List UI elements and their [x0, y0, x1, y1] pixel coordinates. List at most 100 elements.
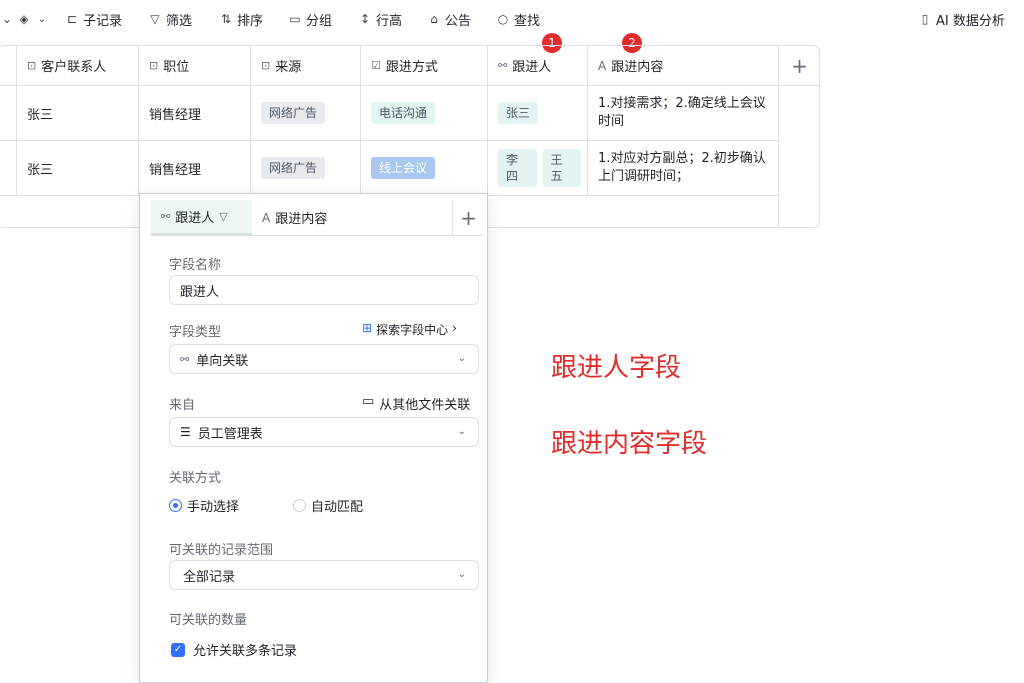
empty-cell: [779, 141, 820, 196]
cell-followers[interactable]: 张三: [488, 86, 588, 141]
column-header-followers[interactable]: ⚯ 跟进人: [488, 46, 588, 86]
field-type-select[interactable]: ⚯ 单向关联 ⌄: [169, 344, 479, 374]
fill-color-button[interactable]: ◈ ⌄: [17, 9, 49, 29]
follower-tag: 李四: [498, 149, 537, 187]
method-tag: 电话沟通: [371, 102, 436, 124]
group-button[interactable]: ▭ 分组: [288, 9, 332, 29]
column-label: 职位: [163, 60, 190, 75]
column-label: 跟进方式: [385, 60, 438, 75]
cell-content[interactable]: 1.对接需求；2.确定线上会议时间: [588, 86, 779, 141]
paint-bucket-icon: ◈: [19, 12, 29, 26]
tab-content[interactable]: A 跟进内容: [254, 200, 454, 235]
column-label: 来源: [275, 60, 302, 75]
column-header-contact[interactable]: ⊡ 客户联系人: [17, 46, 139, 86]
allow-multiple-checkbox[interactable]: ✓ 允许关联多条记录: [171, 640, 297, 659]
method-tag: 线上会议: [371, 157, 436, 179]
follower-tag: 张三: [498, 102, 539, 124]
cell-position[interactable]: 销售经理: [139, 141, 251, 196]
manual-label: 手动选择: [187, 500, 240, 515]
field-name-input[interactable]: 跟进人: [169, 275, 479, 305]
explore-field-center-link[interactable]: ⊞ 探索字段中心 ›: [362, 321, 457, 338]
follower-tag: 王五: [542, 149, 581, 187]
cell-followers[interactable]: 李四 王五: [488, 141, 588, 196]
column-header-content[interactable]: A 跟进内容: [588, 46, 779, 86]
row-height-label: 行高: [376, 13, 403, 29]
child-records-label: 子记录: [83, 13, 123, 29]
ai-chart-icon: ▯: [921, 12, 929, 26]
record-range-select[interactable]: 全部记录 ⌄: [169, 560, 479, 590]
hierarchy-icon: ⊏: [66, 12, 78, 26]
chevron-down-icon: ⌄: [1, 12, 13, 26]
sort-button[interactable]: ⇅ 排序: [219, 9, 263, 29]
manual-select-radio[interactable]: 手动选择: [169, 496, 239, 515]
explore-link-label: 探索字段中心: [376, 323, 449, 337]
row-height-button[interactable]: ↕ 行高: [358, 9, 402, 29]
checkbox-checked-icon: ✓: [171, 642, 185, 657]
text-field-icon: ⊡: [27, 59, 37, 72]
relation-mode-label: 关联方式: [169, 471, 222, 486]
row-number: [0, 86, 17, 141]
add-column-button[interactable]: +: [779, 46, 820, 86]
other-file-label: 从其他文件关联: [379, 398, 471, 413]
tab-add-button[interactable]: +: [452, 200, 484, 235]
row-number: [0, 141, 17, 196]
row-number-header: [0, 46, 17, 86]
link-other-file-button[interactable]: ▭ 从其他文件关联: [362, 394, 470, 413]
filter-button[interactable]: ▽ 筛选: [148, 9, 192, 29]
column-label: 跟进人: [512, 60, 552, 75]
cell-contact[interactable]: 张三: [17, 86, 139, 141]
toolbar-dropdown-caret[interactable]: ⌄: [0, 9, 14, 29]
chevron-right-icon: ›: [452, 321, 457, 335]
annotation-followers-field: 跟进人字段: [551, 353, 682, 383]
child-records-button[interactable]: ⊏ 子记录: [65, 9, 122, 29]
field-name-value: 跟进人: [180, 284, 220, 300]
group-label: 分组: [306, 13, 333, 29]
filter-icon: ▽: [219, 210, 228, 223]
folder-icon: ▭: [289, 12, 301, 26]
source-tag: 网络广告: [261, 157, 326, 179]
column-label: 客户联系人: [41, 60, 107, 75]
source-tag: 网络广告: [261, 102, 326, 124]
text-icon: A: [598, 58, 607, 73]
field-name-label: 字段名称: [169, 258, 222, 273]
source-table-value: 员工管理表: [197, 426, 263, 442]
column-header-position[interactable]: ⊡ 职位: [139, 46, 251, 86]
field-type-label: 字段类型: [169, 325, 222, 340]
announcement-button[interactable]: ⌂ 公告: [427, 9, 471, 29]
radio-checked-icon: [169, 499, 182, 512]
from-label: 来自: [169, 398, 196, 413]
cell-method[interactable]: 线上会议: [361, 141, 488, 196]
cell-contact[interactable]: 张三: [17, 141, 139, 196]
record-range-value: 全部记录: [183, 569, 236, 585]
search-icon: ○: [497, 12, 509, 26]
text-icon: A: [262, 210, 271, 225]
ai-analysis-button[interactable]: ▯ AI 数据分析: [918, 9, 1005, 29]
chevron-down-icon: ⌄: [457, 569, 466, 580]
chevron-down-icon: ⌄: [457, 353, 466, 364]
field-type-value: 单向关联: [196, 353, 249, 369]
allow-multiple-label: 允许关联多条记录: [193, 644, 298, 659]
grid-icon: ⊞: [362, 321, 373, 335]
text-field-icon: ⊡: [149, 59, 159, 72]
cell-source[interactable]: 网络广告: [251, 141, 361, 196]
source-table-select[interactable]: ☰ 员工管理表 ⌄: [169, 417, 479, 447]
cell-content[interactable]: 1.对应对方副总；2.初步确认上门调研时间；: [588, 141, 779, 196]
announcement-label: 公告: [445, 13, 472, 29]
column-header-source[interactable]: ⊡ 来源: [251, 46, 361, 86]
column-header-method[interactable]: ☑ 跟进方式: [361, 46, 488, 86]
toolbar: ⌄ ◈ ⌄ ⊏ 子记录 ▽ 筛选 ⇅ 排序 ▭ 分组 ↕ 行高 ⌂ 公告 ○ 查找 ▯ AI 数据…: [0, 0, 1024, 38]
cell-source[interactable]: 网络广告: [251, 86, 361, 141]
find-button[interactable]: ○ 查找: [496, 9, 540, 29]
cell-method[interactable]: 电话沟通: [361, 86, 488, 141]
record-count-label: 可关联的数量: [169, 613, 248, 628]
cell-position[interactable]: 销售经理: [139, 86, 251, 141]
tab-followers-label: 跟进人: [175, 211, 215, 226]
radio-unchecked-icon: [293, 499, 306, 512]
find-label: 查找: [514, 13, 541, 29]
chevron-down-icon: ⌄: [37, 13, 47, 25]
auto-label: 自动匹配: [311, 500, 364, 515]
chevron-down-icon: ⌄: [457, 426, 466, 437]
table-icon: ☰: [180, 425, 191, 439]
auto-match-radio[interactable]: 自动匹配: [293, 496, 363, 515]
tab-followers[interactable]: ⚯ 跟进人 ▽: [151, 200, 252, 235]
